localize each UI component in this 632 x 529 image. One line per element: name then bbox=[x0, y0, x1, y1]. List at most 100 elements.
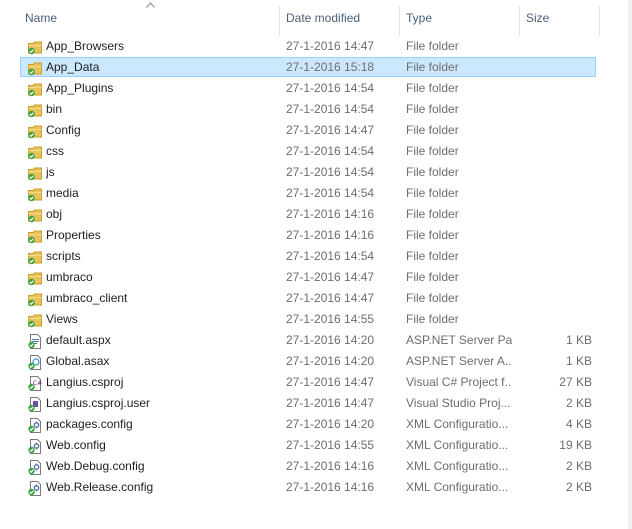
file-size bbox=[521, 142, 592, 162]
file-type: File folder bbox=[406, 186, 459, 200]
column-divider[interactable] bbox=[519, 6, 520, 36]
file-type: XML Configuratio... bbox=[406, 417, 509, 431]
file-date-modified: 27-1-2016 14:55 bbox=[286, 312, 375, 326]
file-name: App_Plugins bbox=[46, 81, 114, 95]
file-date-modified: 27-1-2016 14:47 bbox=[286, 123, 375, 137]
file-row[interactable]: App_Plugins 27-1-2016 14:54 File folder bbox=[20, 78, 596, 98]
file-name: Langius.csproj.user bbox=[46, 396, 151, 410]
file-date-modified: 27-1-2016 14:20 bbox=[286, 417, 375, 431]
folder-icon bbox=[28, 125, 42, 139]
file-name: media bbox=[46, 186, 79, 200]
file-size bbox=[521, 184, 592, 204]
file-row[interactable]: App_Browsers 27-1-2016 14:47 File folder bbox=[20, 36, 596, 56]
column-divider[interactable] bbox=[599, 6, 600, 36]
file-name: Web.Release.config bbox=[46, 480, 154, 494]
file-name: bin bbox=[46, 102, 63, 116]
file-size bbox=[521, 163, 592, 183]
file-type: File folder bbox=[406, 102, 459, 116]
folder-icon bbox=[28, 167, 42, 181]
file-type: File folder bbox=[406, 165, 459, 179]
file-row[interactable]: bin 27-1-2016 14:54 File folder bbox=[20, 99, 596, 119]
csproj-file-icon: C# bbox=[28, 376, 42, 391]
file-type: File folder bbox=[406, 270, 459, 284]
file-date-modified: 27-1-2016 14:47 bbox=[286, 396, 375, 410]
file-name: css bbox=[46, 144, 64, 158]
file-size bbox=[521, 268, 592, 288]
file-type: File folder bbox=[406, 60, 459, 74]
file-row[interactable]: Config 27-1-2016 14:47 File folder bbox=[20, 120, 596, 140]
file-row[interactable]: Properties 27-1-2016 14:16 File folder bbox=[20, 225, 596, 245]
file-row[interactable]: default.aspx 27-1-2016 14:20 ASP.NET Serve… bbox=[20, 330, 596, 350]
file-row[interactable]: Global.asax 27-1-2016 14:20 ASP.NET Server… bbox=[20, 351, 596, 371]
column-header-date-modified[interactable]: Date modified bbox=[286, 0, 394, 36]
file-type: Visual C# Project f... bbox=[406, 375, 512, 389]
user-file-icon bbox=[28, 397, 41, 412]
file-row[interactable]: Web.Debug.config 27-1-2016 14:16 XML Confi… bbox=[20, 456, 596, 476]
file-date-modified: 27-1-2016 14:54 bbox=[286, 165, 375, 179]
aspx-file-icon bbox=[28, 334, 41, 349]
folder-icon bbox=[28, 209, 42, 223]
column-header-type[interactable]: Type bbox=[406, 0, 514, 36]
file-type: File folder bbox=[406, 249, 459, 263]
file-size bbox=[521, 205, 592, 225]
config-file-icon bbox=[28, 418, 41, 433]
file-name: Views bbox=[46, 312, 78, 326]
folder-icon bbox=[28, 314, 42, 328]
file-name: umbraco_client bbox=[46, 291, 128, 305]
file-row[interactable]: media 27-1-2016 14:54 File folder bbox=[20, 183, 596, 203]
file-type: File folder bbox=[406, 39, 459, 53]
folder-icon bbox=[28, 62, 42, 76]
file-type: File folder bbox=[406, 123, 459, 137]
file-type: ASP.NET Server Pa... bbox=[406, 333, 512, 347]
file-name: Config bbox=[46, 123, 81, 137]
file-date-modified: 27-1-2016 14:54 bbox=[286, 186, 375, 200]
file-name: obj bbox=[46, 207, 63, 221]
file-type: ASP.NET Server A... bbox=[406, 354, 512, 368]
file-row[interactable]: packages.config 27-1-2016 14:20 XML Config… bbox=[20, 414, 596, 434]
file-size bbox=[521, 58, 592, 78]
file-name: Langius.csproj bbox=[46, 375, 124, 389]
file-row[interactable]: js 27-1-2016 14:54 File folder bbox=[20, 162, 596, 182]
file-date-modified: 27-1-2016 14:16 bbox=[286, 459, 375, 473]
column-header-name[interactable]: Name bbox=[25, 0, 275, 36]
file-row[interactable]: scripts 27-1-2016 14:54 File folder bbox=[20, 246, 596, 266]
file-type: File folder bbox=[406, 144, 459, 158]
file-date-modified: 27-1-2016 14:47 bbox=[286, 375, 375, 389]
file-row[interactable]: Web.config 27-1-2016 14:55 XML Configurati… bbox=[20, 435, 596, 455]
file-size: 1 KB bbox=[565, 354, 592, 368]
column-header-size[interactable]: Size bbox=[526, 0, 596, 36]
folder-icon bbox=[28, 104, 42, 118]
file-size bbox=[521, 121, 592, 141]
file-row[interactable]: umbraco 27-1-2016 14:47 File folder bbox=[20, 267, 596, 287]
file-size bbox=[521, 226, 592, 246]
file-row[interactable]: Views 27-1-2016 14:55 File folder bbox=[20, 309, 596, 329]
file-size bbox=[521, 289, 592, 309]
file-row[interactable]: Web.Release.config 27-1-2016 14:16 XML Con… bbox=[20, 477, 596, 497]
file-date-modified: 27-1-2016 14:54 bbox=[286, 102, 375, 116]
file-type: XML Configuratio... bbox=[406, 438, 509, 452]
file-type: File folder bbox=[406, 81, 459, 95]
folder-icon bbox=[28, 188, 42, 202]
file-date-modified: 27-1-2016 14:47 bbox=[286, 270, 375, 284]
file-row[interactable]: App_Data 27-1-2016 15:18 File folder bbox=[20, 57, 596, 77]
column-divider[interactable] bbox=[279, 6, 280, 36]
file-size bbox=[521, 247, 592, 267]
file-row[interactable]: css 27-1-2016 14:54 File folder bbox=[20, 141, 596, 161]
folder-icon bbox=[28, 41, 42, 55]
file-name: App_Data bbox=[46, 60, 100, 74]
file-size: 2 KB bbox=[565, 396, 592, 410]
file-row[interactable]: umbraco_client 27-1-2016 14:47 File folder bbox=[20, 288, 596, 308]
column-divider[interactable] bbox=[399, 6, 400, 36]
file-size bbox=[521, 79, 592, 99]
file-date-modified: 27-1-2016 15:18 bbox=[286, 60, 375, 74]
file-date-modified: 27-1-2016 14:20 bbox=[286, 354, 375, 368]
file-row[interactable]: Langius.csproj.user 27-1-2016 14:47 Visual… bbox=[20, 393, 596, 413]
column-header-bar: Name Date modified Type Size bbox=[0, 0, 632, 36]
window-edge bbox=[628, 0, 632, 529]
file-size bbox=[521, 37, 592, 57]
file-date-modified: 27-1-2016 14:16 bbox=[286, 480, 375, 494]
file-type: File folder bbox=[406, 312, 459, 326]
file-row[interactable]: obj 27-1-2016 14:16 File folder bbox=[20, 204, 596, 224]
file-row[interactable]: C# Langius.csproj 27-1-2016 14:47 Visual C#… bbox=[20, 372, 596, 392]
file-name: Global.asax bbox=[46, 354, 110, 368]
